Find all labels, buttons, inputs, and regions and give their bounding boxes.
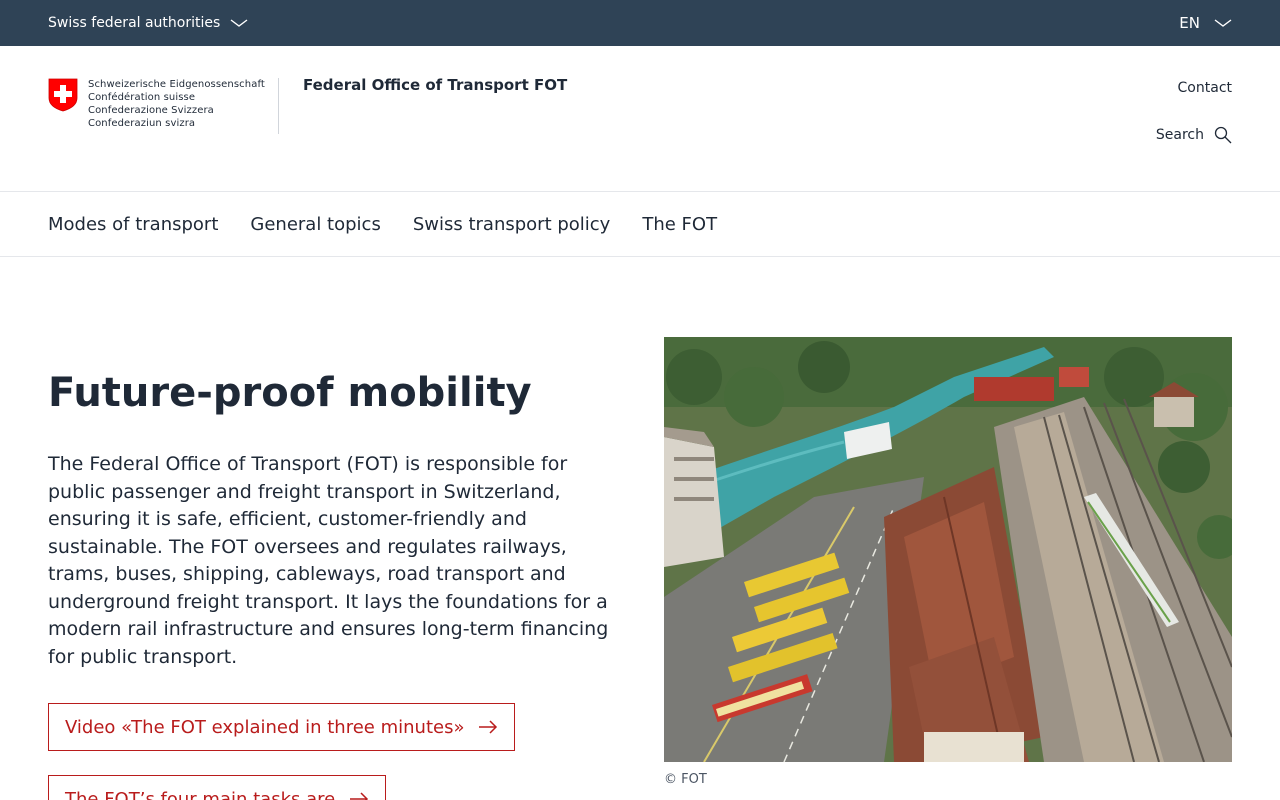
main-navigation: Modes of transport General topics Swiss …: [0, 192, 1280, 257]
arrow-right-icon: [479, 720, 498, 734]
confederation-name-de: Schweizerische Eidgenossenschaft: [88, 79, 265, 90]
arrow-right-icon: [350, 792, 369, 800]
search-icon: [1214, 126, 1232, 144]
swiss-cross-icon: [48, 78, 78, 112]
swiss-federal-authorities-dropdown[interactable]: Swiss federal authorities: [48, 0, 248, 46]
confederation-name-fr: Confédération suisse: [88, 92, 196, 103]
nav-item-general-topics[interactable]: General topics: [250, 214, 380, 235]
hero-image: [664, 337, 1232, 762]
contact-link[interactable]: Contact: [1178, 80, 1232, 96]
chevron-down-icon: [1214, 19, 1232, 27]
video-cta-button[interactable]: Video «The FOT explained in three minute…: [48, 703, 516, 751]
aerial-station-illustration: [664, 337, 1232, 762]
image-caption: © FOT: [664, 772, 707, 787]
logo-divider: [278, 78, 279, 134]
nav-item-modes-of-transport[interactable]: Modes of transport: [48, 214, 218, 235]
hero-description: The Federal Office of Transport (FOT) is…: [48, 453, 609, 668]
video-cta-label: Video «The FOT explained in three minute…: [65, 716, 465, 738]
language-label: EN: [1179, 14, 1200, 32]
nav-item-the-fot[interactable]: The FOT: [642, 214, 717, 235]
confederation-name-rm: Confederaziun svizra: [88, 118, 196, 129]
federal-topbar: Swiss federal authorities EN: [0, 0, 1280, 46]
confederation-name-it: Confederazione Svizzera: [88, 105, 214, 116]
search-label: Search: [1155, 127, 1204, 143]
main-nav-list: Modes of transport General topics Swiss …: [48, 192, 717, 256]
authorities-label: Swiss federal authorities: [48, 15, 221, 31]
confederation-names: Schweizerische Eidgenossenschaft Confédé…: [88, 78, 265, 130]
search-button[interactable]: Search: [1156, 126, 1232, 144]
confederation-logo[interactable]: Schweizerische Eidgenossenschaft Confédé…: [48, 78, 265, 130]
site-header: Schweizerische Eidgenossenschaft Confédé…: [0, 46, 1280, 192]
office-name[interactable]: Federal Office of Transport FOT: [303, 76, 567, 94]
four-tasks-cta-button[interactable]: The FOT’s four main tasks are: [48, 775, 387, 800]
page-title: Future-proof mobility: [48, 370, 532, 416]
nav-item-swiss-transport-policy[interactable]: Swiss transport policy: [413, 214, 611, 235]
chevron-down-icon: [230, 19, 248, 27]
four-tasks-cta-label: The FOT’s four main tasks are: [65, 788, 336, 800]
language-switcher[interactable]: EN: [1179, 0, 1232, 46]
